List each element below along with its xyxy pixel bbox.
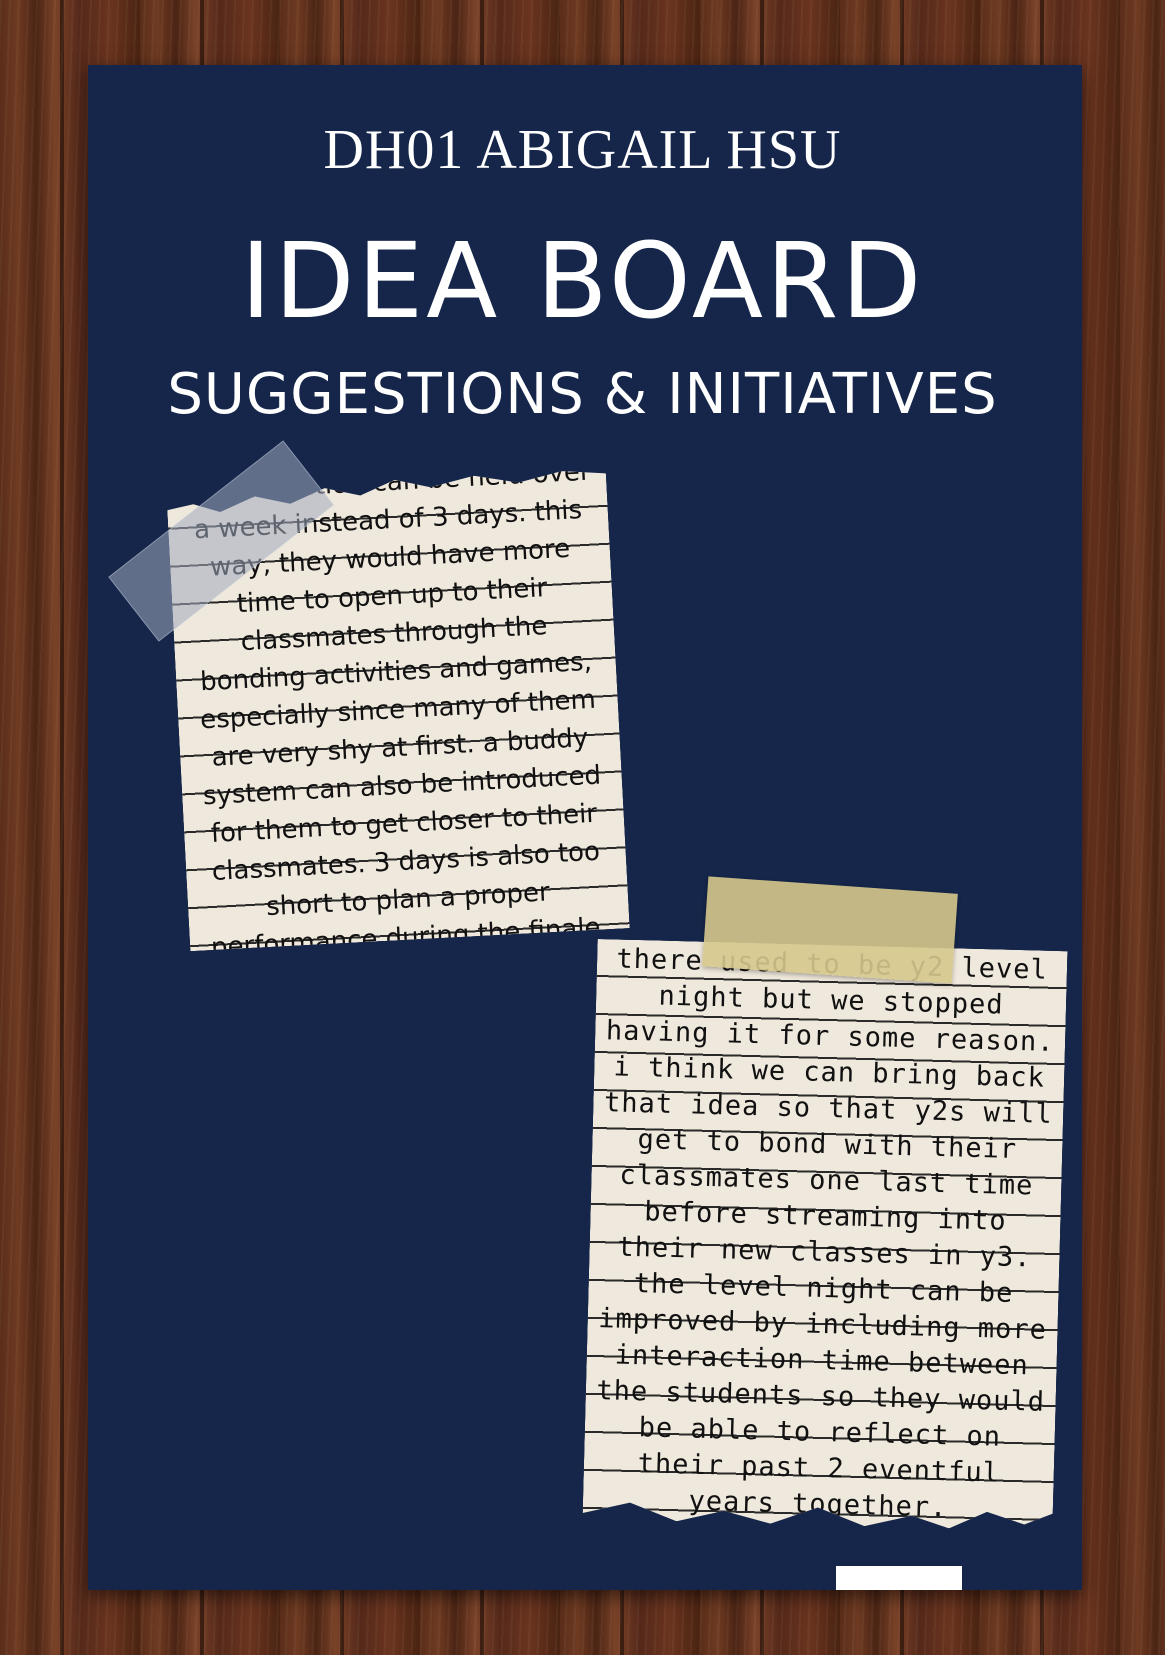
white-marker — [836, 1566, 962, 1590]
note-paper-2: there used to be y2 level night but we s… — [582, 939, 1067, 1531]
author-name: DH01 ABIGAIL HSU — [323, 119, 842, 181]
tape-strip-2 — [702, 876, 958, 984]
note-text-2: there used to be y2 level night but we s… — [596, 943, 1055, 1524]
board-title: IDEA BOARD — [240, 220, 925, 342]
board-subtitle: SUGGESTIONS & INITIATIVES — [167, 362, 998, 427]
